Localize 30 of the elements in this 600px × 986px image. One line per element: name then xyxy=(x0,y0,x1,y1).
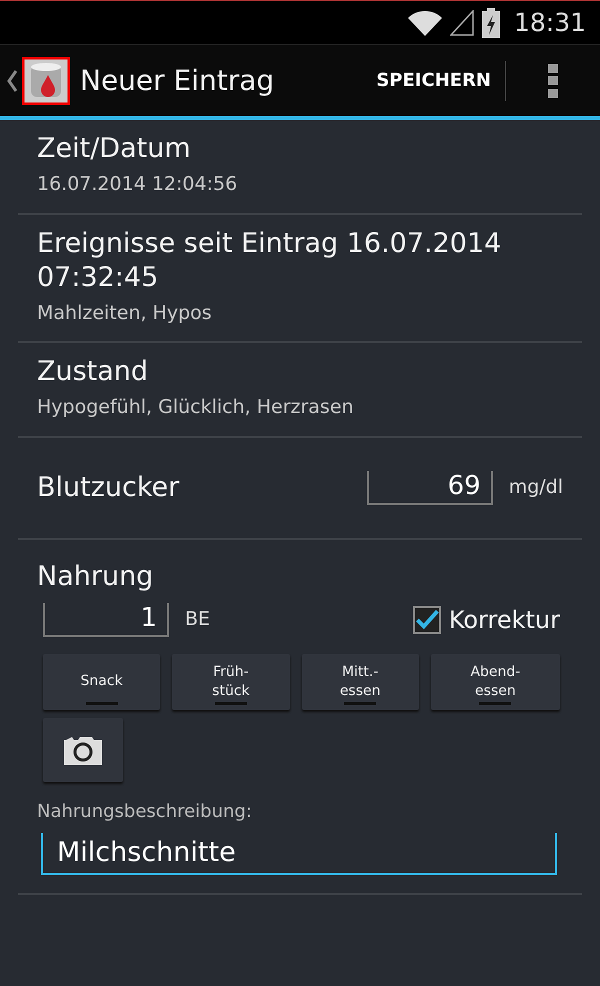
section-summary: 16.07.2014 12:04:56 xyxy=(37,172,238,197)
section-title: Zeit/Datum xyxy=(37,132,192,166)
blood-sugar-field[interactable]: 69 xyxy=(366,470,493,504)
screen-title: Neuer Eintrag xyxy=(80,62,276,98)
signal-icon xyxy=(450,10,474,36)
section-summary: Hypogefühl, Glücklich, Herzrasen xyxy=(37,395,355,420)
save-button[interactable]: SPEICHERN xyxy=(362,60,506,100)
meal-toggle-button[interactable]: Abend- essen xyxy=(430,654,560,710)
clock: 18:31 xyxy=(514,6,586,39)
meal-toggle-button[interactable]: Früh- stück xyxy=(172,654,290,710)
meal-toggle-button[interactable]: Mitt.- essen xyxy=(302,654,419,710)
battery-icon xyxy=(482,8,500,38)
app-icon[interactable] xyxy=(22,56,70,104)
checkbox-label: Korrektur xyxy=(448,604,560,636)
section-title: Ereignisse seit Eintrag 16.07.2014 07:32:45 xyxy=(37,226,502,294)
section-title: Zustand xyxy=(37,355,150,389)
camera-icon xyxy=(64,734,102,764)
camera-button[interactable] xyxy=(43,718,123,782)
unit-label: BE xyxy=(185,607,212,632)
meal-toggle-button[interactable]: Snack xyxy=(43,654,160,710)
wifi-icon xyxy=(408,10,442,36)
field-label: Blutzucker xyxy=(37,470,180,504)
description-field[interactable]: Milchschnitte xyxy=(41,832,557,874)
section-summary: Mahlzeiten, Hypos xyxy=(37,300,213,326)
field-label: Nahrungsbeschreibung: xyxy=(37,800,253,824)
section-title: Nahrung xyxy=(37,560,154,594)
unit-label: mg/dl xyxy=(508,475,563,500)
back-icon[interactable] xyxy=(6,68,18,92)
checkbox[interactable] xyxy=(412,606,441,634)
amount-field[interactable]: 1 xyxy=(43,602,169,636)
